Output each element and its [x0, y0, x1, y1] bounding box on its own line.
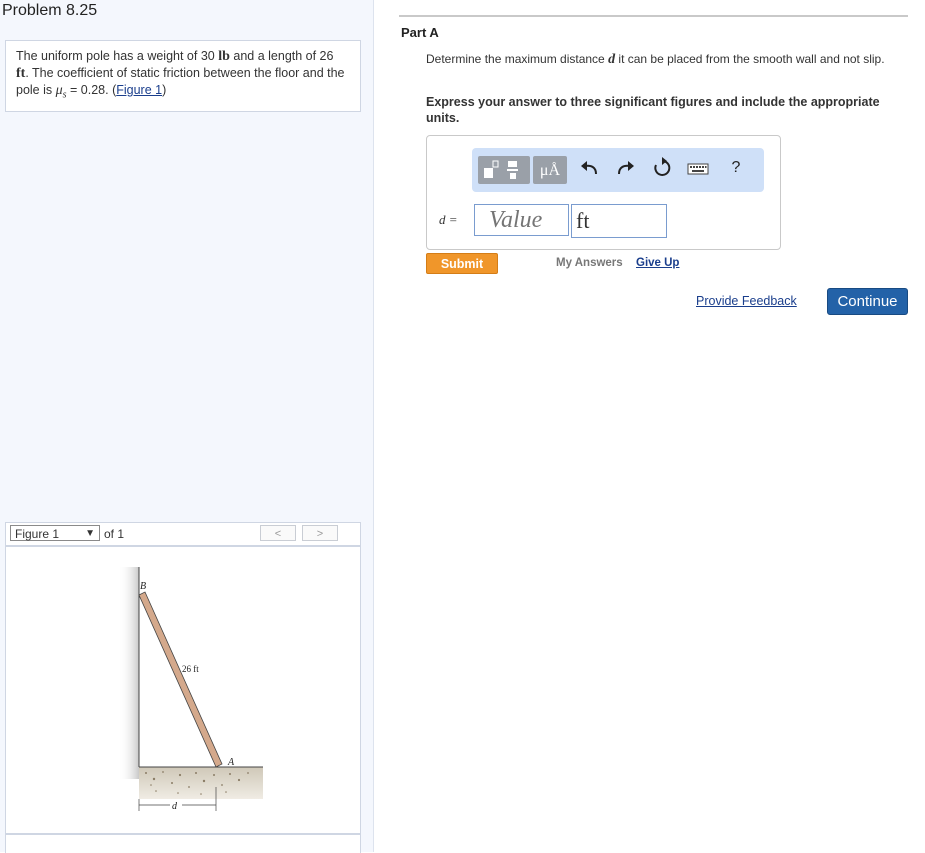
problem-title: Problem 8.25	[2, 2, 98, 19]
mu-symbol: μ	[55, 83, 63, 98]
my-answers-link[interactable]: My Answers	[556, 257, 623, 269]
keyboard-icon	[687, 163, 709, 175]
top-divider	[399, 15, 908, 17]
mu-value: = 0.28. (	[66, 83, 117, 97]
figure-footer	[5, 834, 361, 853]
reset-icon	[654, 157, 671, 176]
prev-figure-button[interactable]: <	[260, 525, 296, 541]
figure-count: of 1	[104, 527, 125, 541]
question-text-2: it can be placed from the smooth wall an…	[615, 52, 885, 66]
help-button[interactable]: ?	[722, 154, 750, 182]
problem-statement: The uniform pole has a weight of 30 lb a…	[16, 48, 346, 104]
instruction-text: Express your answer to three significant…	[426, 95, 880, 125]
units-button[interactable]: μÅ	[533, 156, 567, 184]
pole	[138, 591, 223, 768]
label-length: 26 ft	[182, 664, 199, 674]
math-toolbar: μÅ ?	[472, 148, 764, 192]
undo-button[interactable]	[576, 154, 604, 182]
redo-icon	[618, 161, 634, 175]
label-a: A	[227, 757, 235, 768]
figure-select-label: Figure 1	[15, 527, 60, 541]
question-text: Determine the maximum distance d it can …	[426, 52, 906, 67]
value-input[interactable]	[474, 204, 569, 236]
weight-unit: lb	[218, 49, 230, 64]
give-up-link[interactable]: Give Up	[636, 257, 679, 269]
next-figure-button[interactable]: >	[302, 525, 338, 541]
templates-icon	[484, 160, 518, 179]
label-b: B	[140, 581, 146, 592]
answer-label: d =	[439, 212, 458, 228]
redo-button[interactable]	[611, 154, 639, 182]
undo-icon	[581, 161, 597, 175]
answer-box: μÅ ? d = Value ft	[426, 135, 781, 250]
figure-link[interactable]: Figure 1	[116, 83, 162, 97]
question-text-1: Determine the maximum distance	[426, 52, 609, 66]
problem-statement-box: The uniform pole has a weight of 30 lb a…	[5, 40, 361, 112]
wall-shading	[119, 567, 139, 779]
provide-feedback-link[interactable]: Provide Feedback	[696, 294, 797, 308]
problem-text-2: and a length of 26	[229, 49, 334, 63]
templates-button[interactable]	[478, 156, 530, 184]
answer-variable: d =	[439, 212, 458, 227]
unit-input[interactable]	[571, 204, 667, 238]
close-paren: )	[162, 83, 167, 97]
part-title: Part A	[401, 25, 439, 40]
figure-select[interactable]: Figure 1 ▼	[10, 525, 100, 541]
dropdown-caret-icon: ▼	[85, 528, 95, 539]
pole-figure: B A 26 ft d	[119, 567, 263, 812]
problem-text-1: The uniform pole has a weight of 30	[16, 49, 219, 63]
figure-area: B A 26 ft d	[5, 546, 361, 834]
submit-button[interactable]: Submit	[426, 253, 498, 274]
reset-button[interactable]	[648, 154, 676, 182]
figure-navigation-bar: Figure 1 ▼ of 1 < >	[5, 522, 361, 546]
problem-panel: Problem 8.25 The uniform pole has a weig…	[0, 0, 374, 853]
length-unit: ft	[16, 66, 26, 81]
keyboard-button[interactable]	[684, 154, 712, 182]
continue-button[interactable]: Continue	[827, 288, 908, 315]
